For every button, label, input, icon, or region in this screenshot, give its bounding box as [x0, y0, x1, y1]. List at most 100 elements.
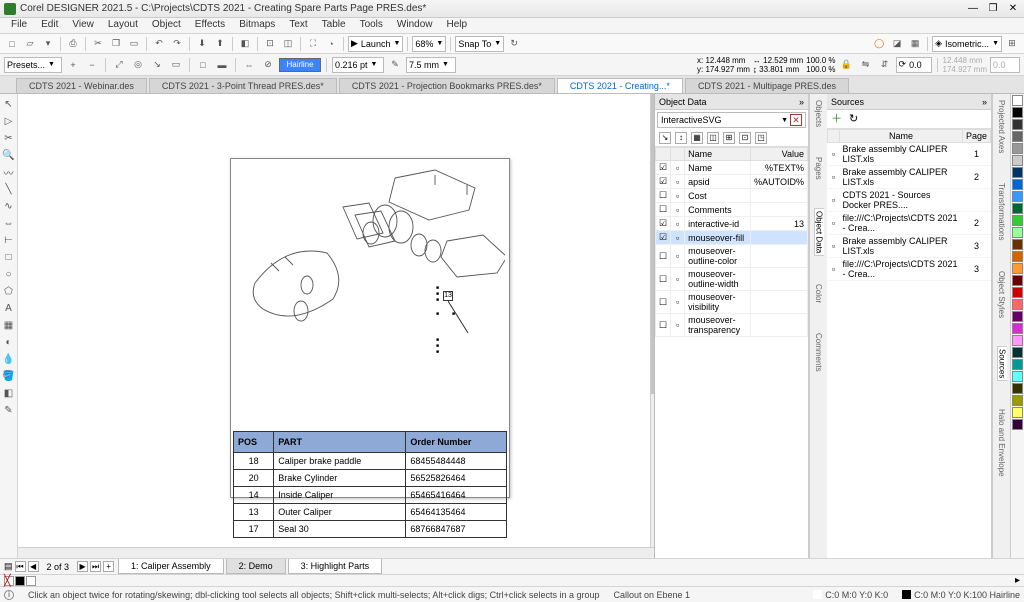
- line-tool-icon[interactable]: ╲: [1, 181, 17, 197]
- object-data-row[interactable]: ☐▫Comments: [656, 203, 808, 217]
- color-swatch[interactable]: [1012, 155, 1023, 166]
- flip-h-icon[interactable]: ⇋: [858, 57, 874, 73]
- app2-icon[interactable]: ▦: [907, 36, 923, 52]
- export-icon[interactable]: ⬆: [212, 36, 228, 52]
- connector-tool-icon[interactable]: ⇔: [1, 215, 17, 231]
- docker-tab[interactable]: Projected Axes: [997, 98, 1006, 155]
- page-tab[interactable]: 3: Highlight Parts: [288, 559, 383, 574]
- od-icon-4[interactable]: ◫: [707, 132, 719, 144]
- menu-text[interactable]: Text: [282, 18, 314, 33]
- od-icon-7[interactable]: ◳: [755, 132, 767, 144]
- color-swatch[interactable]: [1012, 419, 1023, 430]
- outline-color-swatch[interactable]: Hairline: [279, 58, 321, 72]
- color-swatch[interactable]: [26, 576, 36, 586]
- color-circle-icon[interactable]: ◯: [871, 36, 887, 52]
- source-row[interactable]: ▫Brake assembly CALIPER LIST.xls1: [828, 143, 991, 166]
- halo-icon[interactable]: ◎: [130, 57, 146, 73]
- snap-combo[interactable]: Snap To▼: [455, 36, 504, 52]
- rect-icon[interactable]: □: [195, 57, 211, 73]
- object-data-row[interactable]: ☑▫mouseover-fill: [656, 231, 808, 245]
- object-data-row[interactable]: ☐▫mouseover-outline-color: [656, 245, 808, 268]
- object-data-row[interactable]: ☐▫mouseover-outline-width: [656, 268, 808, 291]
- color-swatch[interactable]: [1012, 107, 1023, 118]
- menu-tools[interactable]: Tools: [353, 18, 390, 33]
- shape-tool-icon[interactable]: ▷: [1, 113, 17, 129]
- refresh-source-icon[interactable]: ↻: [849, 113, 861, 125]
- add-page-icon[interactable]: +: [103, 561, 114, 572]
- launch-combo[interactable]: ▶Launch▼: [348, 36, 403, 52]
- print-icon[interactable]: ⎙: [65, 36, 81, 52]
- no-outline-icon[interactable]: ⊘: [260, 57, 276, 73]
- prev-page-icon[interactable]: ◀: [28, 561, 39, 572]
- checkbox[interactable]: ☑: [656, 217, 671, 231]
- object-data-row[interactable]: ☐▫Cost: [656, 189, 808, 203]
- docker-menu-icon[interactable]: »: [799, 97, 804, 107]
- object-data-library-combo[interactable]: InteractiveSVG ▼✕: [657, 112, 806, 128]
- save-icon[interactable]: ▾: [40, 36, 56, 52]
- document-tab[interactable]: CDTS 2021 - Creating...*: [557, 78, 683, 93]
- menu-object[interactable]: Object: [145, 18, 188, 33]
- docker-tab[interactable]: Objects: [814, 98, 823, 129]
- minimize-button[interactable]: —: [966, 3, 980, 14]
- outline-tool-icon[interactable]: ✎: [1, 402, 17, 418]
- source-row[interactable]: ▫Brake assembly CALIPER LIST.xls2: [828, 166, 991, 189]
- document-tab[interactable]: CDTS 2021 - Webinar.des: [16, 78, 147, 93]
- pen-icon[interactable]: ✎: [387, 57, 403, 73]
- fill-icon[interactable]: ▬: [214, 57, 230, 73]
- document-tab[interactable]: CDTS 2021 - Multipage PRES.des: [685, 78, 849, 93]
- object-data-row[interactable]: ☑▫interactive-id13: [656, 217, 808, 231]
- page-tab[interactable]: 2: Demo: [226, 559, 286, 574]
- color-swatch[interactable]: [1012, 383, 1023, 394]
- menu-layout[interactable]: Layout: [101, 18, 145, 33]
- publish-icon[interactable]: ◧: [237, 36, 253, 52]
- color-swatch[interactable]: [1012, 407, 1023, 418]
- color-swatch[interactable]: [1012, 227, 1023, 238]
- document-tab[interactable]: CDTS 2021 - Projection Bookmarks PRES.de…: [339, 78, 555, 93]
- menu-effects[interactable]: Effects: [188, 18, 232, 33]
- source-row[interactable]: ▫Brake assembly CALIPER LIST.xls3: [828, 235, 991, 258]
- refresh-icon[interactable]: ↻: [506, 36, 522, 52]
- color-swatch[interactable]: [1012, 191, 1023, 202]
- table-tool-icon[interactable]: ▦: [1, 317, 17, 333]
- docker-tab[interactable]: Transformations: [997, 181, 1006, 243]
- add-source-icon[interactable]: ＋: [831, 113, 843, 125]
- pt-combo[interactable]: 0.216 pt▼: [332, 57, 384, 73]
- color-swatch[interactable]: [1012, 143, 1023, 154]
- menu-table[interactable]: Table: [315, 18, 353, 33]
- checkbox[interactable]: ☑: [656, 161, 671, 175]
- cut-icon[interactable]: ✂: [90, 36, 106, 52]
- vertical-scrollbar[interactable]: [650, 94, 654, 547]
- callout-tool-icon[interactable]: ◐: [1, 334, 17, 350]
- color-swatch[interactable]: [1012, 167, 1023, 178]
- color-swatch[interactable]: [15, 576, 25, 586]
- palette-menu-icon[interactable]: ▸: [1015, 575, 1020, 586]
- menu-view[interactable]: View: [65, 18, 101, 33]
- horizontal-scrollbar[interactable]: [18, 547, 654, 558]
- restore-button[interactable]: ❐: [986, 3, 1000, 14]
- checkbox[interactable]: ☐: [656, 291, 671, 314]
- color-swatch[interactable]: [1012, 119, 1023, 130]
- color-swatch[interactable]: [1012, 251, 1023, 262]
- checkbox[interactable]: ☐: [656, 314, 671, 337]
- menu-help[interactable]: Help: [440, 18, 475, 33]
- open-icon[interactable]: ▱: [22, 36, 38, 52]
- pick-tool-icon[interactable]: ↖: [1, 96, 17, 112]
- no-color-swatch[interactable]: ╳: [4, 576, 14, 586]
- gap-icon[interactable]: ⇔: [241, 57, 257, 73]
- menu-edit[interactable]: Edit: [34, 18, 65, 33]
- color-swatch[interactable]: [1012, 239, 1023, 250]
- ellipse-tool-icon[interactable]: ○: [1, 266, 17, 282]
- document-tab[interactable]: CDTS 2021 - 3-Point Thread PRES.des*: [149, 78, 337, 93]
- color-swatch[interactable]: [1012, 263, 1023, 274]
- checkbox[interactable]: ☐: [656, 189, 671, 203]
- page-tab[interactable]: 1: Caliper Assembly: [118, 559, 224, 574]
- od-icon-2[interactable]: ↕: [675, 132, 687, 144]
- circle-icon[interactable]: ◔: [323, 36, 339, 52]
- docker-tab[interactable]: Color: [814, 282, 823, 305]
- rectangle-tool-icon[interactable]: □: [1, 249, 17, 265]
- color-swatch[interactable]: [1012, 287, 1023, 298]
- new-preset-icon[interactable]: +: [65, 57, 81, 73]
- copy-icon[interactable]: ❐: [108, 36, 124, 52]
- color-swatch[interactable]: [1012, 95, 1023, 106]
- app1-icon[interactable]: ◪: [889, 36, 905, 52]
